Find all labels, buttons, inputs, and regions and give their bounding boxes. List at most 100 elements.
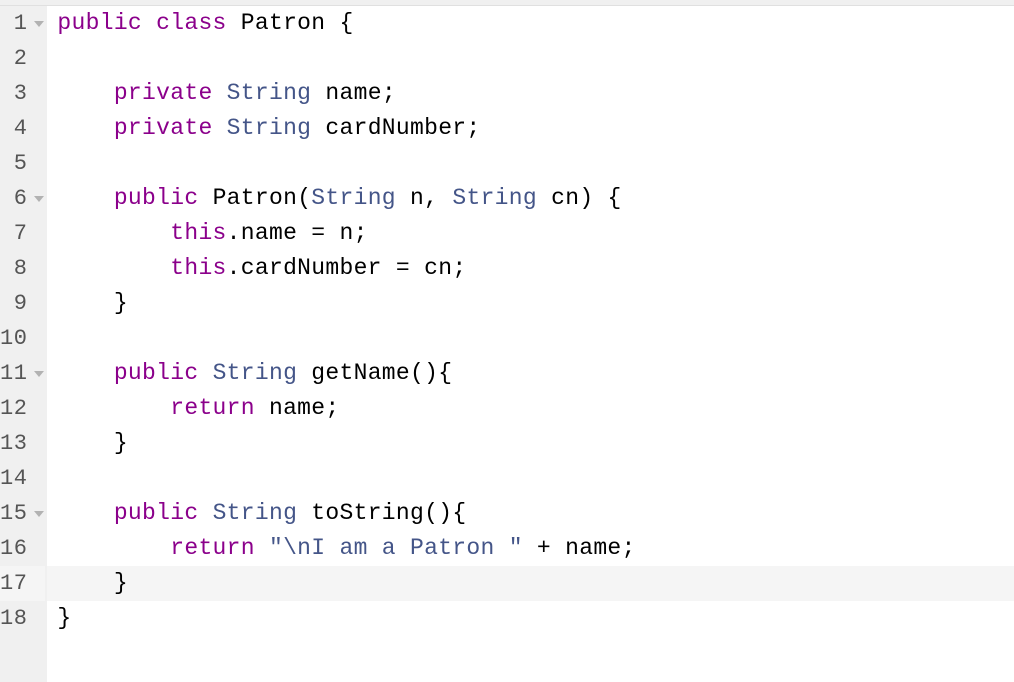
code-line[interactable]: return name; — [47, 391, 1014, 426]
code-line[interactable]: } — [47, 601, 1014, 636]
line-number-text: 11 — [0, 361, 27, 386]
code-line[interactable]: this.cardNumber = cn; — [47, 251, 1014, 286]
line-number-text: 15 — [0, 501, 27, 526]
code-token: ; — [325, 395, 339, 421]
code-token: , — [424, 185, 452, 211]
code-token — [255, 535, 269, 561]
code-token: public — [57, 10, 142, 36]
line-number[interactable]: 3 — [0, 76, 45, 111]
line-number[interactable]: 17 — [0, 566, 45, 601]
code-token: } — [114, 290, 128, 316]
code-token: } — [57, 605, 71, 631]
code-token: cn — [424, 255, 452, 281]
code-token: return — [170, 395, 255, 421]
code-token — [57, 500, 113, 526]
code-token: n — [340, 220, 354, 246]
line-number[interactable]: 1 — [0, 6, 45, 41]
code-token — [311, 80, 325, 106]
code-token: String — [452, 185, 537, 211]
code-token — [198, 185, 212, 211]
code-token: Patron — [213, 185, 298, 211]
code-token: ; — [354, 220, 368, 246]
line-number[interactable]: 6 — [0, 181, 45, 216]
code-token: cardNumber — [325, 115, 466, 141]
line-number-gutter: 123456789101112131415161718 — [0, 6, 47, 682]
code-line[interactable] — [47, 41, 1014, 76]
code-token: "\nI am a Patron " — [269, 535, 523, 561]
code-token — [57, 430, 113, 456]
line-number[interactable]: 11 — [0, 356, 45, 391]
code-text-area[interactable]: public class Patron { private String nam… — [47, 6, 1014, 682]
line-number[interactable]: 13 — [0, 426, 45, 461]
code-token: } — [114, 570, 128, 596]
fold-arrow-icon[interactable] — [34, 196, 44, 202]
code-token: public — [114, 360, 199, 386]
code-token — [57, 570, 113, 596]
code-token — [325, 10, 339, 36]
line-number[interactable]: 12 — [0, 391, 45, 426]
line-number-text: 7 — [14, 221, 28, 246]
fold-arrow-icon[interactable] — [34, 371, 44, 377]
line-number[interactable]: 8 — [0, 251, 45, 286]
editor-top-border — [0, 0, 1014, 6]
code-token: String — [227, 115, 312, 141]
line-number-text: 10 — [0, 326, 27, 351]
code-line[interactable]: private String name; — [47, 76, 1014, 111]
code-token — [297, 360, 311, 386]
code-token: name — [241, 220, 297, 246]
line-number-text: 8 — [14, 256, 28, 281]
line-number[interactable]: 5 — [0, 146, 45, 181]
code-line[interactable]: public Patron(String n, String cn) { — [47, 181, 1014, 216]
code-token: ; — [622, 535, 636, 561]
code-token: cn — [551, 185, 579, 211]
line-number-text: 18 — [0, 606, 27, 631]
code-line[interactable]: public String toString(){ — [47, 496, 1014, 531]
code-token: String — [213, 360, 298, 386]
code-line[interactable] — [47, 461, 1014, 496]
code-line[interactable]: return "\nI am a Patron " + name; — [47, 531, 1014, 566]
code-line[interactable]: this.name = n; — [47, 216, 1014, 251]
code-token: + — [523, 535, 565, 561]
code-editor: 123456789101112131415161718 public class… — [0, 0, 1014, 682]
code-token: { — [340, 10, 354, 36]
code-line[interactable] — [47, 146, 1014, 181]
code-token: = — [297, 220, 339, 246]
line-number[interactable]: 15 — [0, 496, 45, 531]
line-number[interactable]: 7 — [0, 216, 45, 251]
code-line[interactable]: public String getName(){ — [47, 356, 1014, 391]
line-number-text: 14 — [0, 466, 27, 491]
fold-arrow-icon[interactable] — [34, 21, 44, 27]
code-token — [227, 10, 241, 36]
line-number[interactable]: 14 — [0, 461, 45, 496]
code-token — [198, 500, 212, 526]
line-number[interactable]: 4 — [0, 111, 45, 146]
code-token: getName — [311, 360, 410, 386]
code-token — [57, 360, 113, 386]
line-number-text: 16 — [0, 536, 27, 561]
code-line[interactable]: } — [47, 286, 1014, 321]
fold-arrow-icon[interactable] — [34, 511, 44, 517]
code-token: name — [565, 535, 621, 561]
code-line[interactable]: public class Patron { — [47, 6, 1014, 41]
line-number[interactable]: 10 — [0, 321, 45, 356]
line-number-text: 2 — [14, 46, 28, 71]
code-token — [213, 115, 227, 141]
code-line[interactable]: private String cardNumber; — [47, 111, 1014, 146]
line-number-text: 1 — [14, 11, 28, 36]
line-number-text: 9 — [14, 291, 28, 316]
code-token: toString — [311, 500, 424, 526]
code-line[interactable] — [47, 321, 1014, 356]
line-number-text: 17 — [0, 571, 27, 596]
line-number[interactable]: 2 — [0, 41, 45, 76]
code-line[interactable]: } — [47, 566, 1014, 601]
code-token: name — [325, 80, 381, 106]
code-token: } — [114, 430, 128, 456]
code-token — [255, 395, 269, 421]
line-number[interactable]: 9 — [0, 286, 45, 321]
code-token: . — [227, 220, 241, 246]
code-token: return — [170, 535, 255, 561]
line-number[interactable]: 16 — [0, 531, 45, 566]
line-number-text: 6 — [14, 186, 28, 211]
code-line[interactable]: } — [47, 426, 1014, 461]
line-number[interactable]: 18 — [0, 601, 45, 636]
